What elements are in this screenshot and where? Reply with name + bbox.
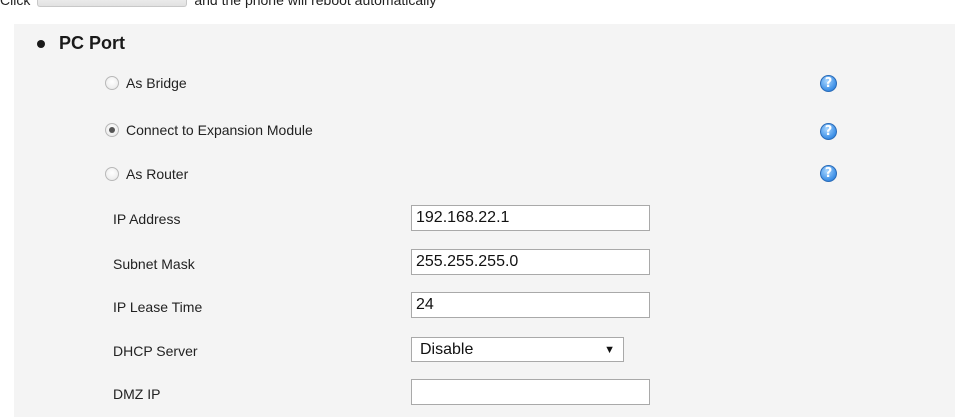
question-mark-icon[interactable]: ?: [820, 165, 837, 182]
bullet-icon: [37, 39, 45, 48]
ip-address-input[interactable]: [411, 205, 650, 231]
ip-lease-time-label: IP Lease Time: [113, 299, 203, 315]
ip-lease-time-input[interactable]: [411, 292, 650, 318]
section-title-text: PC Port: [59, 33, 126, 53]
dmz-ip-label: DMZ IP: [113, 386, 161, 402]
radio-as-bridge[interactable]: As Bridge: [105, 74, 187, 92]
radio-expansion-module[interactable]: Connect to Expansion Module: [105, 121, 313, 139]
ip-address-label: IP Address: [113, 211, 181, 227]
subnet-mask-input[interactable]: [411, 249, 650, 275]
radio-button-as-bridge[interactable]: [105, 76, 119, 90]
subnet-mask-label: Subnet Mask: [113, 256, 195, 272]
reboot-instruction: Click and the phone will reboot automati…: [0, 0, 436, 8]
dhcp-server-label: DHCP Server: [113, 343, 198, 359]
reboot-instruction-suffix: and the phone will reboot automatically: [194, 0, 437, 8]
question-mark-icon[interactable]: ?: [820, 75, 837, 92]
section-title: PC Port: [37, 33, 126, 54]
settings-page: Click and the phone will reboot automati…: [0, 0, 955, 417]
dropdown-arrow-icon[interactable]: ▼: [604, 344, 615, 356]
radio-button-expansion-module[interactable]: [105, 123, 119, 137]
radio-label-expansion-module: Connect to Expansion Module: [126, 122, 313, 138]
dhcp-server-select[interactable]: Disable ▼: [411, 337, 624, 362]
dhcp-server-selected-value: Disable: [420, 340, 474, 358]
reboot-instruction-prefix: Click: [0, 0, 31, 8]
radio-label-as-bridge: As Bridge: [126, 75, 187, 91]
radio-label-as-router: As Router: [126, 166, 189, 182]
dmz-ip-input[interactable]: [411, 379, 650, 405]
radio-button-as-router[interactable]: [105, 167, 119, 181]
question-mark-icon[interactable]: ?: [820, 123, 837, 140]
radio-as-router[interactable]: As Router: [105, 165, 188, 183]
apply-button[interactable]: [37, 0, 188, 7]
